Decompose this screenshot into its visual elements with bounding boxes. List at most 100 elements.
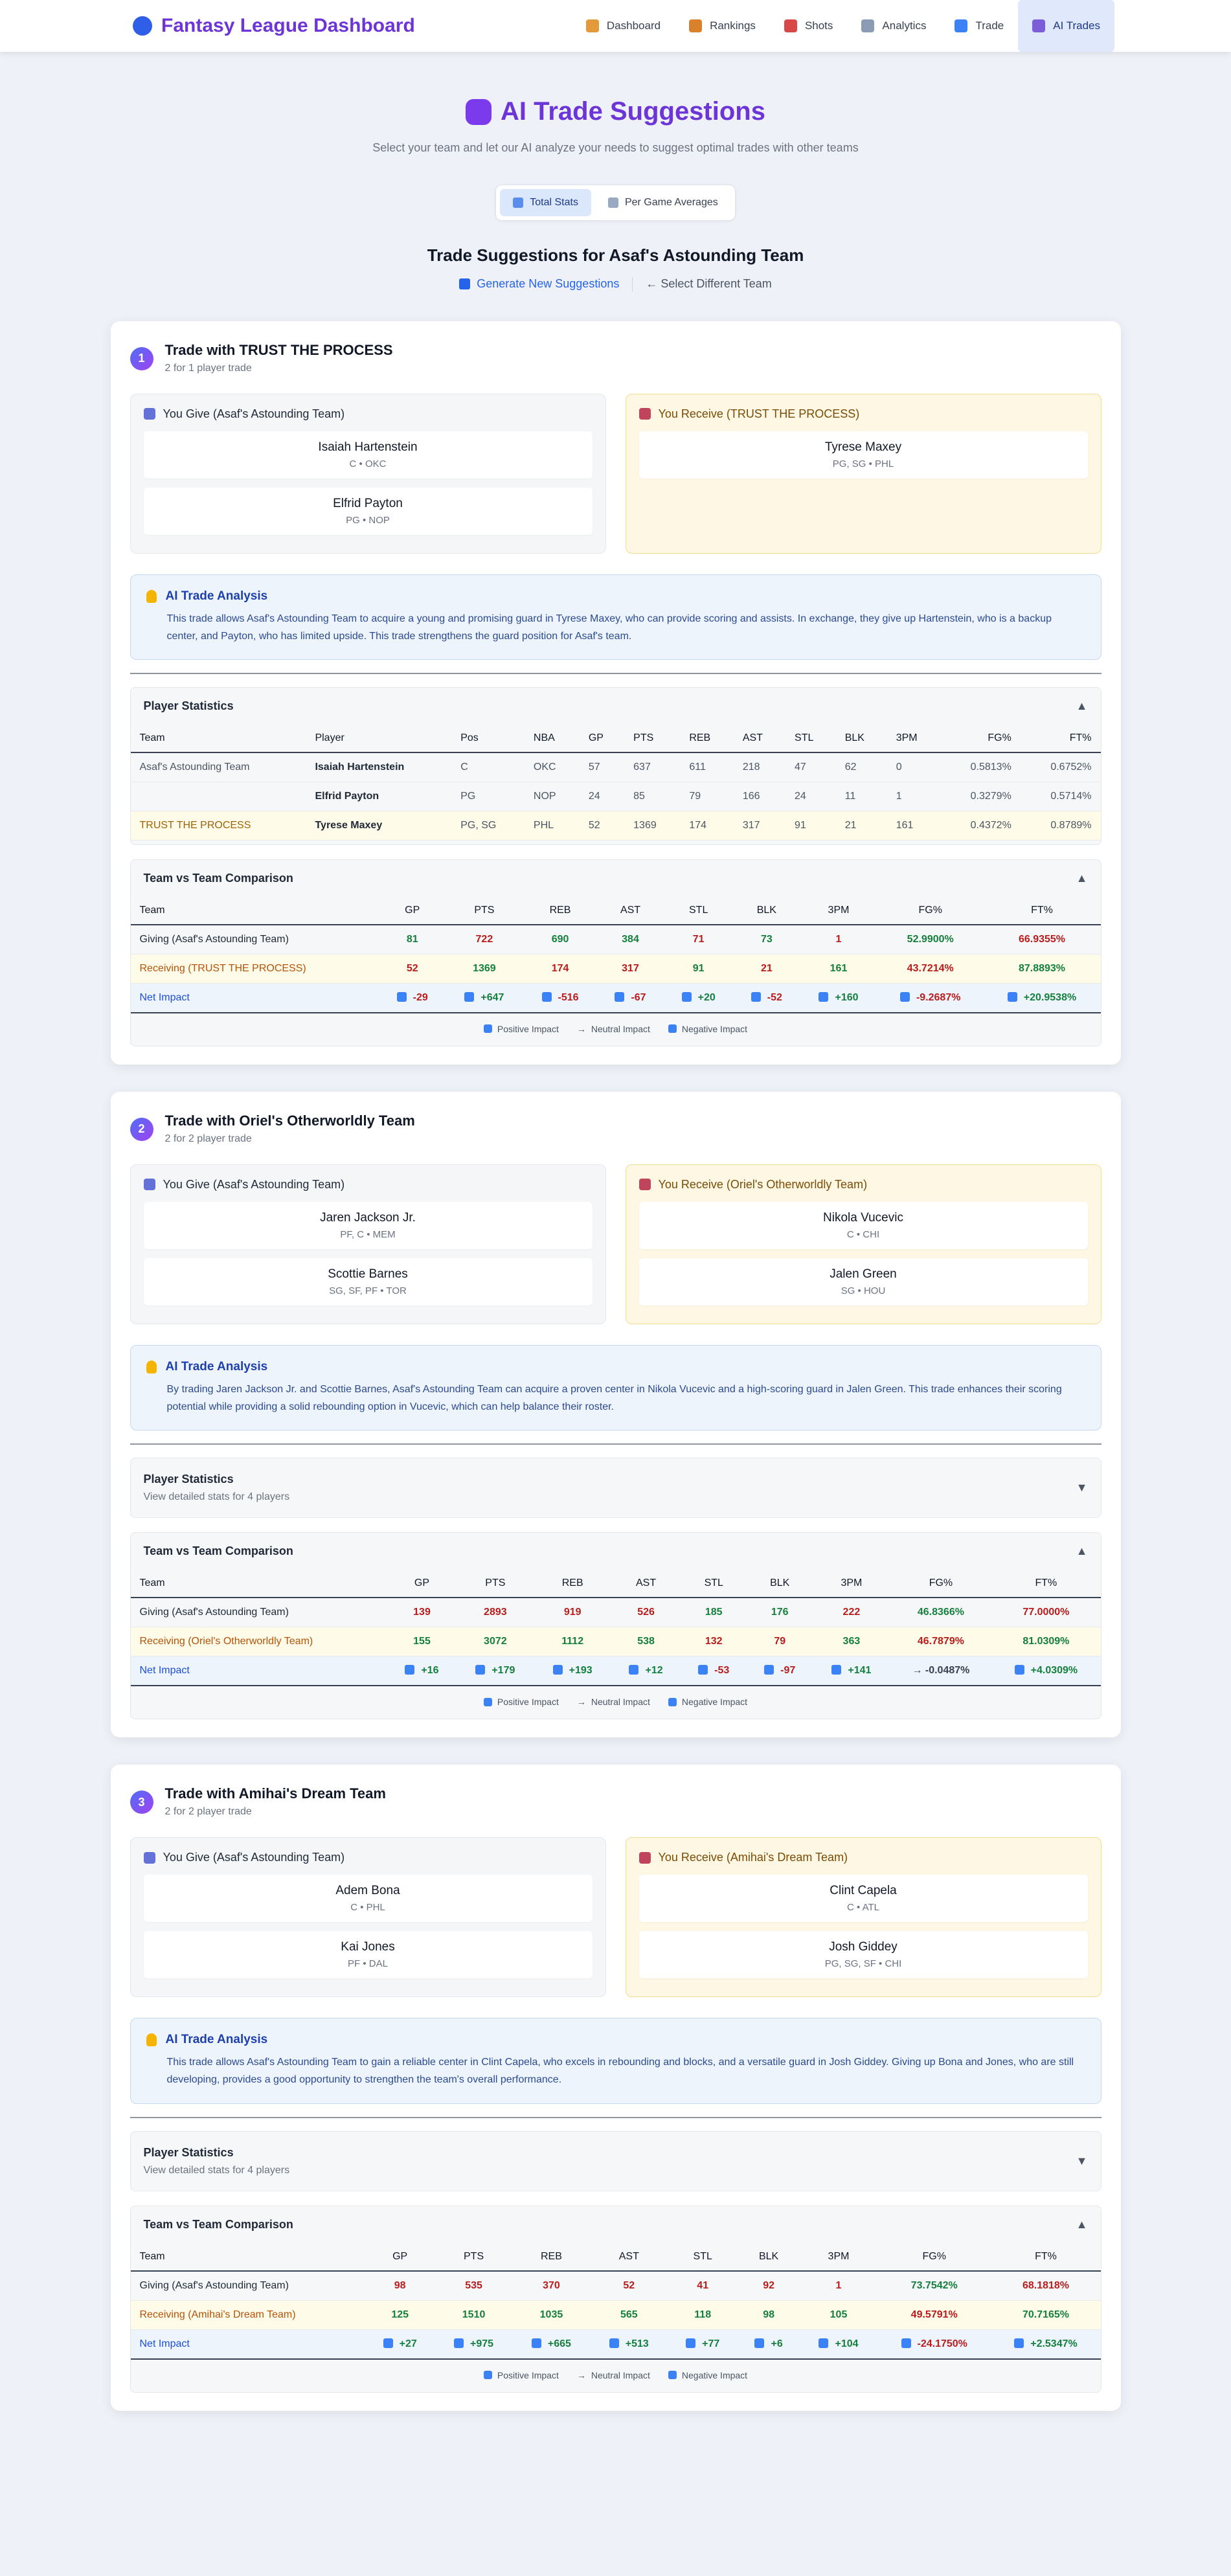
stat-value: 71: [692, 933, 705, 945]
basketball-player-icon: [638, 1179, 651, 1191]
column-header: FG%: [877, 896, 984, 925]
column-header: Team: [130, 2243, 365, 2272]
stat-value: 185: [705, 1607, 723, 1618]
player-name: Kai Jones: [341, 1940, 395, 1954]
team-comparison-toggle[interactable]: Team vs Team Comparison ▲: [131, 2206, 1101, 2243]
nav-label: Shots: [804, 19, 833, 32]
arrow-down-icon: [668, 1697, 677, 1706]
legend-item: Negative Impact: [668, 1697, 747, 1707]
column-header: GP: [579, 724, 625, 753]
stat-cell: 1035: [512, 2300, 591, 2330]
chevron-up-icon[interactable]: ▲: [1076, 872, 1088, 885]
column-header: FT%: [1020, 724, 1101, 753]
stat-cell: 87.8893%: [983, 954, 1101, 984]
cell-stl: 91: [785, 811, 836, 841]
stat-value: 526: [637, 1607, 655, 1618]
column-header: 3PM: [800, 2243, 877, 2272]
arrow-down-icon: [668, 2371, 677, 2380]
target-icon: [784, 19, 797, 32]
nav-trade[interactable]: Trade: [940, 0, 1018, 52]
team-comparison-toggle[interactable]: Team vs Team Comparison ▲: [131, 860, 1101, 897]
stat-value: 2893: [484, 1607, 507, 1618]
stat-value: -97: [780, 1665, 796, 1677]
table-spacer: [131, 841, 1101, 844]
player-name: Tyrese Maxey: [824, 440, 902, 454]
trade-card: 2 Trade with Oriel's Otherworldly Team 2 f…: [110, 1091, 1121, 1738]
player-stats-toggle[interactable]: Player Statistics ▲: [131, 688, 1101, 725]
team-comparison-toggle[interactable]: Team vs Team Comparison ▲: [131, 1533, 1101, 1570]
player-card: Adem Bona C • PHL: [143, 1875, 593, 1923]
arrow-down-icon: [396, 991, 407, 1002]
team-comparison-title: Team vs Team Comparison: [143, 1544, 293, 1558]
cell-reb: 611: [680, 752, 734, 782]
legend-item: → Neutral Impact: [577, 2370, 650, 2380]
stat-value: -52: [767, 991, 782, 1003]
generate-suggestions-button[interactable]: Generate New Suggestions: [459, 277, 619, 291]
total-stats-button[interactable]: Total Stats: [500, 188, 591, 216]
legend-label: Positive Impact: [497, 1023, 559, 1034]
legend-item: Positive Impact: [483, 2369, 559, 2380]
team-comparison-section: Team vs Team Comparison ▲ Team GP PTS REB AST S…: [130, 1532, 1101, 1720]
player-card: Isaiah Hartenstein C • OKC: [143, 431, 593, 479]
nav-analytics[interactable]: Analytics: [847, 0, 940, 52]
chevron-up-icon[interactable]: ▲: [1076, 2218, 1088, 2231]
chevron-down-icon[interactable]: ▼: [1076, 2154, 1088, 2168]
chevron-up-icon[interactable]: ▲: [1076, 699, 1088, 713]
arrow-right-icon: →: [576, 1023, 586, 1034]
analysis-header: AI Trade Analysis: [146, 589, 1085, 604]
stat-cell: 77.0000%: [991, 1598, 1101, 1628]
nav-ai-trades[interactable]: AI Trades: [1018, 0, 1114, 52]
basketball-player-icon: [143, 408, 155, 420]
column-header: NBA: [524, 724, 580, 753]
chevron-down-icon[interactable]: ▼: [1076, 1481, 1088, 1495]
stat-cell: 81: [379, 924, 446, 955]
net-impact-row: Net Impact -29 +647 -516 -67 +20 -52 +160 -9.268…: [130, 983, 1101, 1013]
stat-value: -29: [412, 991, 428, 1003]
chevron-up-icon[interactable]: ▲: [1076, 1544, 1088, 1558]
stat-value: 125: [391, 2309, 409, 2320]
stat-value: +20.9538%: [1023, 991, 1077, 1003]
basketball-player-icon: [638, 1851, 651, 1864]
stat-value: 565: [620, 2309, 638, 2320]
player-stats-toggle[interactable]: Player Statistics View detailed stats for…: [131, 2132, 1101, 2191]
ai-analysis-box: AI Trade Analysis By trading Jaren Jackso…: [130, 1344, 1101, 1431]
nav-rankings[interactable]: Rankings: [675, 0, 770, 52]
trophy-icon: [689, 19, 703, 32]
stat-cell: -67: [597, 983, 664, 1013]
trade-title: Trade with TRUST THE PROCESS: [164, 341, 393, 358]
column-header: BLK: [738, 2243, 800, 2272]
trend-icon: [861, 19, 875, 32]
stat-cell: +975: [435, 2329, 513, 2360]
nav-shots[interactable]: Shots: [770, 0, 847, 52]
nav-label: AI Trades: [1053, 19, 1100, 32]
row-label: Receiving (Oriel's Otherworldly Team): [130, 1627, 387, 1657]
stat-cell: 222: [813, 1598, 890, 1628]
nav-label: Rankings: [710, 19, 756, 32]
analysis-text: This trade allows Asaf's Astounding Team…: [166, 2057, 1074, 2086]
stat-cell: -53: [681, 1656, 747, 1687]
column-header: STL: [785, 724, 836, 753]
legend-label: Positive Impact: [497, 2369, 559, 2380]
panel-header: You Receive (Amihai's Dream Team): [638, 1851, 1088, 1864]
table-header-row: Team GP PTS REB AST STL BLK 3PM FG% FT%: [130, 896, 1101, 925]
select-different-team-button[interactable]: ← Select Different Team: [646, 277, 771, 291]
stat-cell: 1: [800, 924, 877, 955]
page-title-text: AI Trade Suggestions: [501, 97, 765, 126]
stat-value: -53: [714, 1665, 730, 1677]
nav-dashboard[interactable]: Dashboard: [572, 0, 675, 52]
receiving-row: Receiving (Oriel's Otherworldly Team) 155…: [130, 1627, 1101, 1657]
trade-sides: You Give (Asaf's Astounding Team) Jaren J…: [130, 1164, 1101, 1324]
arrow-up-icon: [552, 1665, 563, 1675]
arrow-up-icon: [464, 991, 475, 1002]
stat-value: +193: [569, 1665, 593, 1677]
panel-title: You Receive (TRUST THE PROCESS): [658, 407, 860, 420]
brand[interactable]: Fantasy League Dashboard: [133, 15, 415, 37]
player-stats-title: Player Statistics: [143, 1473, 234, 1486]
per-game-button[interactable]: Per Game Averages: [595, 189, 731, 216]
column-header: AST: [733, 724, 786, 753]
row-label: Net Impact: [130, 1656, 387, 1687]
player-stats-toggle[interactable]: Player Statistics View detailed stats for…: [131, 1458, 1101, 1517]
hero: AI Trade Suggestions Select your team an…: [0, 52, 1231, 291]
stat-value: 68.1818%: [1022, 2279, 1070, 2291]
arrow-down-icon: [901, 2338, 911, 2348]
